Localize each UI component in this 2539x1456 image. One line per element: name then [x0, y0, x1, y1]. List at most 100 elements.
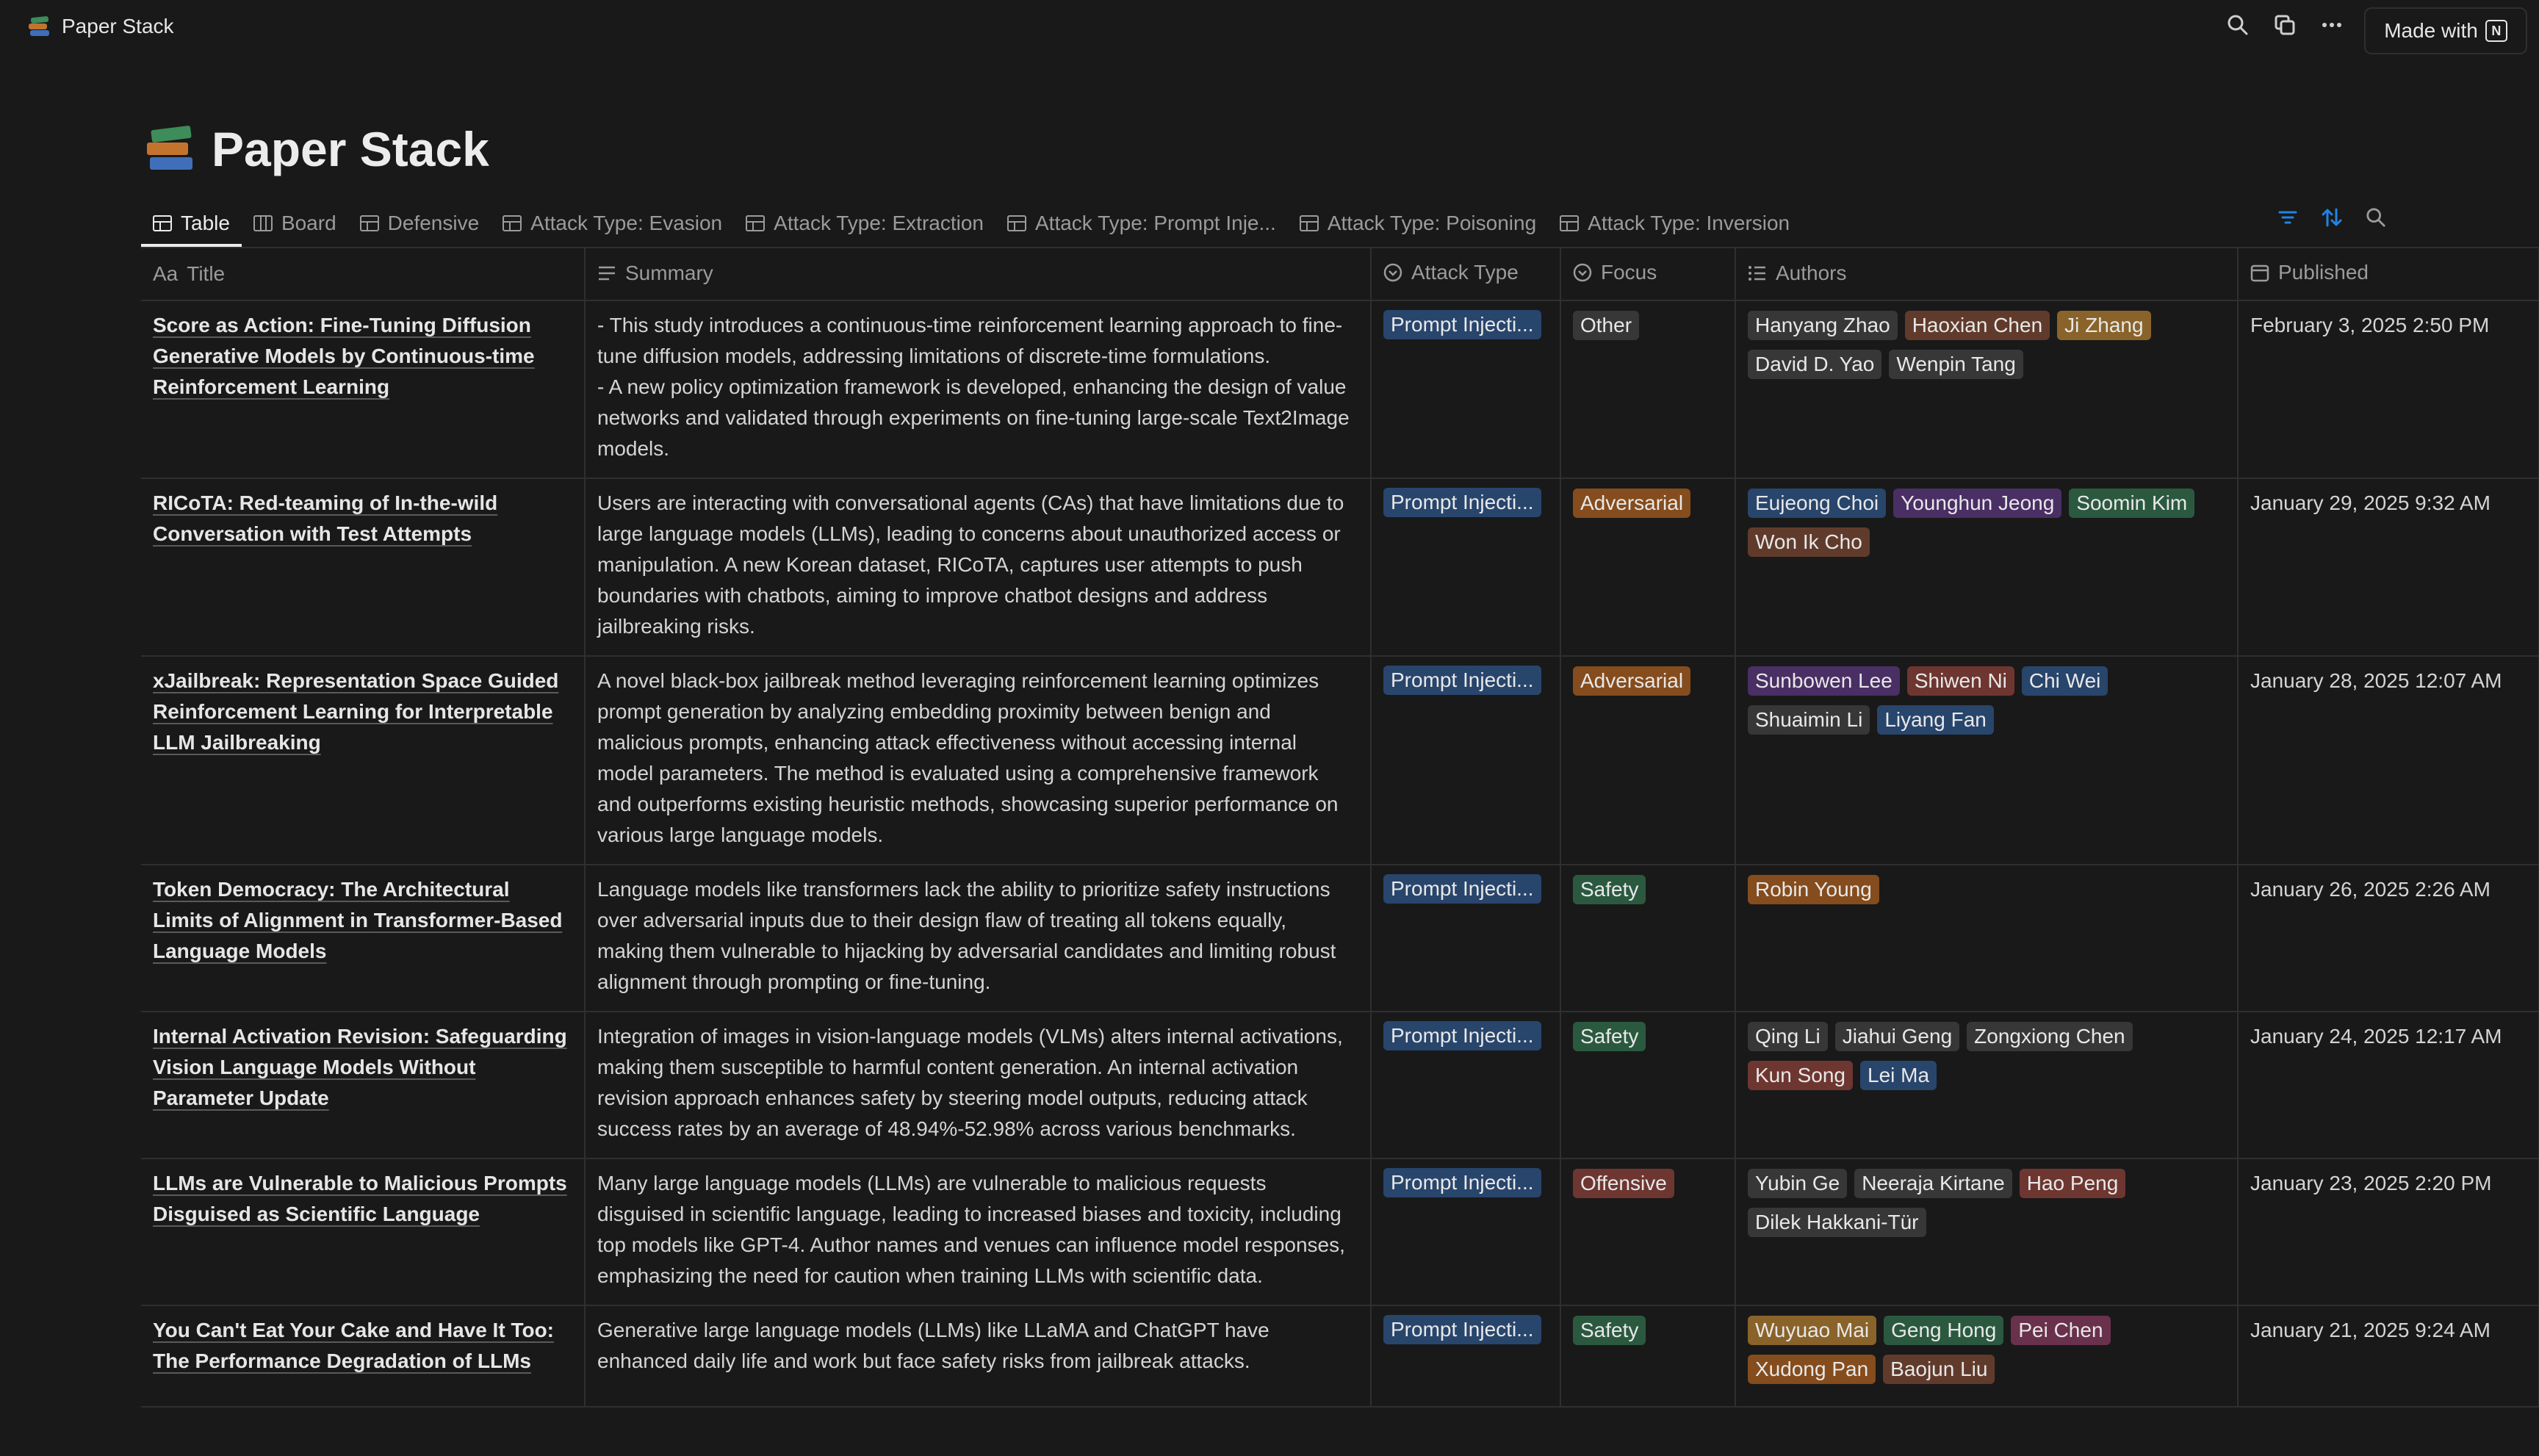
tab-defensive[interactable]: Defensive	[348, 200, 491, 247]
cell-published[interactable]: January 23, 2025 2:20 PM	[2238, 1158, 2539, 1306]
attack-type-tag: Prompt Injecti...	[1383, 874, 1541, 904]
board-icon	[253, 215, 273, 231]
tab-board[interactable]: Board	[242, 200, 348, 247]
tab-attack-prompt-injection[interactable]: Attack Type: Prompt Inje...	[995, 200, 1288, 247]
cell-title[interactable]: LLMs are Vulnerable to Malicious Prompts…	[141, 1158, 586, 1306]
page-title: Paper Stack	[212, 122, 489, 176]
cell-title[interactable]: You Can't Eat Your Cake and Have It Too:…	[141, 1305, 586, 1408]
author-tag: Yubin Ge	[1748, 1169, 1848, 1198]
author-tag: Baojun Liu	[1883, 1355, 1995, 1384]
author-tag: Neeraja Kirtane	[1854, 1169, 2012, 1198]
cell-title[interactable]: RICoTA: Red-teaming of In-the-wild Conve…	[141, 478, 586, 657]
tab-table[interactable]: Table	[141, 200, 242, 247]
cell-title[interactable]: Internal Activation Revision: Safeguardi…	[141, 1012, 586, 1159]
author-tag: Sunbowen Lee	[1748, 666, 1900, 696]
database-table: Aa Title Summary Attack Type Focus Author…	[141, 247, 2539, 1410]
cell-attack-type[interactable]: Prompt Injecti...	[1371, 300, 1561, 479]
cell-summary: A novel black-box jailbreak method lever…	[585, 656, 1372, 865]
cell-focus[interactable]: Offensive	[1560, 1158, 1736, 1306]
top-bar: Paper Stack Made with N	[0, 0, 2539, 59]
cell-title[interactable]: xJailbreak: Representation Space Guided …	[141, 656, 586, 865]
cell-authors[interactable]: Robin Young	[1735, 865, 2239, 1012]
attack-type-tag: Prompt Injecti...	[1383, 488, 1541, 517]
tab-attack-poisoning[interactable]: Attack Type: Poisoning	[1288, 200, 1548, 247]
table-icon	[153, 215, 172, 231]
table-row[interactable]: RICoTA: Red-teaming of In-the-wild Conve…	[141, 478, 2539, 657]
search-icon[interactable]	[2364, 206, 2388, 229]
sort-icon[interactable]	[2320, 206, 2344, 229]
attack-type-tag: Prompt Injecti...	[1383, 1168, 1541, 1197]
table-row[interactable]: Token Democracy: The Architectural Limit…	[141, 865, 2539, 1012]
cell-focus[interactable]: Adversarial	[1560, 478, 1736, 657]
filter-icon[interactable]	[2276, 206, 2299, 229]
tab-attack-inversion[interactable]: Attack Type: Inversion	[1548, 200, 1801, 247]
duplicate-icon[interactable]	[2273, 13, 2297, 37]
cell-authors[interactable]: Qing Li Jiahui Geng Zongxiong Chen Kun Song…	[1735, 1012, 2239, 1159]
author-tag: Wuyuao Mai	[1748, 1316, 1877, 1345]
cell-focus[interactable]: Safety	[1560, 1012, 1736, 1159]
cell-attack-type[interactable]: Prompt Injecti...	[1371, 656, 1561, 865]
cell-title[interactable]: Score as Action: Fine-Tuning Diffusion G…	[141, 300, 586, 479]
author-tag: Liyang Fan	[1877, 705, 1994, 735]
cell-authors[interactable]: Eujeong Choi Younghun Jeong Soomin Kim Won …	[1735, 478, 2239, 657]
cell-focus[interactable]: Safety	[1560, 865, 1736, 1012]
paper-title-link[interactable]: xJailbreak: Representation Space Guided …	[153, 669, 558, 754]
text-lines-icon	[599, 266, 615, 280]
cell-focus[interactable]: Safety	[1560, 1305, 1736, 1408]
column-header-authors[interactable]: Authors	[1735, 248, 2239, 301]
attack-type-tag: Prompt Injecti...	[1383, 310, 1541, 339]
cell-attack-type[interactable]: Prompt Injecti...	[1371, 1012, 1561, 1159]
view-actions	[2276, 206, 2388, 229]
paper-title-link[interactable]: Score as Action: Fine-Tuning Diffusion G…	[153, 314, 535, 398]
focus-tag: Safety	[1573, 875, 1646, 904]
column-header-summary[interactable]: Summary	[585, 248, 1372, 301]
table-icon	[359, 215, 379, 231]
author-tag: Haoxian Chen	[1904, 311, 2050, 340]
table-row[interactable]: Score as Action: Fine-Tuning Diffusion G…	[141, 300, 2539, 479]
cell-summary: Generative large language models (LLMs) …	[585, 1305, 1372, 1408]
cell-attack-type[interactable]: Prompt Injecti...	[1371, 865, 1561, 1012]
tab-label: Defensive	[387, 212, 480, 234]
paper-title-link[interactable]: Internal Activation Revision: Safeguardi…	[153, 1025, 567, 1109]
paper-title-link[interactable]: You Can't Eat Your Cake and Have It Too:…	[153, 1319, 554, 1372]
table-icon	[1006, 215, 1026, 231]
cell-published[interactable]: February 3, 2025 2:50 PM	[2238, 300, 2539, 479]
paper-title-link[interactable]: LLMs are Vulnerable to Malicious Prompts…	[153, 1172, 567, 1225]
cell-title[interactable]: Token Democracy: The Architectural Limit…	[141, 865, 586, 1012]
table-icon	[503, 215, 522, 231]
cell-attack-type[interactable]: Prompt Injecti...	[1371, 478, 1561, 657]
app-breadcrumb[interactable]: Paper Stack	[28, 15, 174, 38]
more-icon[interactable]	[2320, 13, 2344, 37]
column-header-published[interactable]: Published	[2238, 248, 2539, 301]
table-row[interactable]: You Can't Eat Your Cake and Have It Too:…	[141, 1305, 2539, 1408]
cell-authors[interactable]: Wuyuao Mai Geng Hong Pei Chen Xudong Pan Bao…	[1735, 1305, 2239, 1408]
author-tag: Xudong Pan	[1748, 1355, 1876, 1384]
table-row[interactable]: LLMs are Vulnerable to Malicious Prompts…	[141, 1158, 2539, 1306]
paper-title-link[interactable]: RICoTA: Red-teaming of In-the-wild Conve…	[153, 491, 497, 545]
author-tag: Hanyang Zhao	[1748, 311, 1898, 340]
paper-title-link[interactable]: Token Democracy: The Architectural Limit…	[153, 878, 562, 962]
table-row[interactable]: xJailbreak: Representation Space Guided …	[141, 656, 2539, 865]
cell-authors[interactable]: Hanyang Zhao Haoxian Chen Ji Zhang David D.…	[1735, 300, 2239, 479]
tab-attack-extraction[interactable]: Attack Type: Extraction	[734, 200, 995, 247]
author-tag: Kun Song	[1748, 1061, 1853, 1090]
cell-published[interactable]: January 21, 2025 9:24 AM	[2238, 1305, 2539, 1408]
cell-attack-type[interactable]: Prompt Injecti...	[1371, 1305, 1561, 1408]
cell-published[interactable]: January 26, 2025 2:26 AM	[2238, 865, 2539, 1012]
table-row[interactable]: Internal Activation Revision: Safeguardi…	[141, 1012, 2539, 1159]
column-header-title[interactable]: Aa Title	[141, 248, 586, 301]
made-with-button[interactable]: Made with N	[2364, 7, 2527, 54]
cell-authors[interactable]: Yubin Ge Neeraja Kirtane Hao Peng Dilek Hak…	[1735, 1158, 2239, 1306]
cell-summary: Many large language models (LLMs) are vu…	[585, 1158, 1372, 1306]
cell-attack-type[interactable]: Prompt Injecti...	[1371, 1158, 1561, 1306]
cell-focus[interactable]: Adversarial	[1560, 656, 1736, 865]
cell-authors[interactable]: Sunbowen Lee Shiwen Ni Chi Wei Shuaimin Li L…	[1735, 656, 2239, 865]
cell-published[interactable]: January 28, 2025 12:07 AM	[2238, 656, 2539, 865]
cell-published[interactable]: January 29, 2025 9:32 AM	[2238, 478, 2539, 657]
cell-published[interactable]: January 24, 2025 12:17 AM	[2238, 1012, 2539, 1159]
tab-attack-evasion[interactable]: Attack Type: Evasion	[491, 200, 734, 247]
search-icon[interactable]	[2226, 13, 2250, 37]
column-header-attack-type[interactable]: Attack Type	[1371, 248, 1561, 301]
column-header-focus[interactable]: Focus	[1560, 248, 1736, 301]
cell-focus[interactable]: Other	[1560, 300, 1736, 479]
